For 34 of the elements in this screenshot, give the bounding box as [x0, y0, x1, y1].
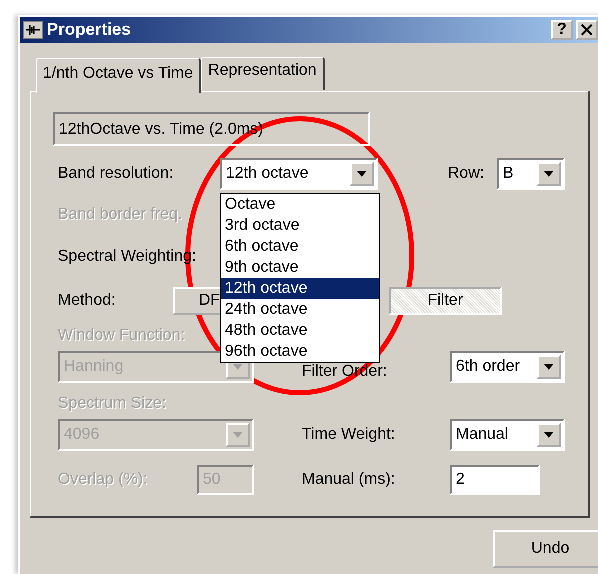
dropdown-arrow-button[interactable]: [537, 423, 561, 447]
dropdown-arrow-button[interactable]: [537, 355, 561, 379]
dropdown-option[interactable]: 3rd octave: [221, 215, 379, 236]
dropdown-option[interactable]: 48th octave: [221, 320, 379, 341]
help-button[interactable]: ?: [551, 20, 573, 40]
caret-icon: [357, 171, 367, 177]
manual-ms-field[interactable]: 2: [450, 465, 540, 495]
field-label: Row:: [448, 165, 486, 183]
caret-icon: [233, 432, 243, 438]
dropdown-option[interactable]: 6th octave: [221, 236, 379, 257]
window-title: Properties: [47, 20, 132, 40]
close-button[interactable]: [576, 20, 598, 40]
dropdown-arrow-button[interactable]: [350, 162, 374, 186]
tab[interactable]: 1/nth Octave vs Time: [36, 58, 202, 93]
app-icon: [23, 21, 43, 39]
tab[interactable]: Representation: [201, 57, 325, 90]
time-weight-dropdown[interactable]: Manual: [450, 419, 565, 451]
field-label: Band resolution:: [58, 165, 175, 183]
dropdown-option[interactable]: 12th octave: [221, 278, 379, 299]
band-resolution-dropdown[interactable]: 12th octave: [220, 158, 378, 190]
caret-icon: [544, 171, 554, 177]
row-dropdown[interactable]: B: [497, 158, 565, 190]
field-label: Method:: [58, 292, 117, 310]
dropdown-arrow-button[interactable]: [537, 162, 561, 186]
caret-icon: [544, 364, 554, 370]
filter-order-dropdown[interactable]: 6th order: [450, 351, 565, 383]
method-button[interactable]: Filter: [389, 287, 502, 315]
field-label: Time Weight:: [302, 426, 396, 444]
undo-button[interactable]: Undo: [493, 530, 598, 568]
dropdown-option[interactable]: 9th octave: [221, 257, 379, 278]
caret-icon: [544, 432, 554, 438]
dropdown-option[interactable]: Octave: [221, 194, 379, 215]
field-label: Manual (ms):: [302, 471, 396, 489]
close-icon: [581, 24, 593, 36]
